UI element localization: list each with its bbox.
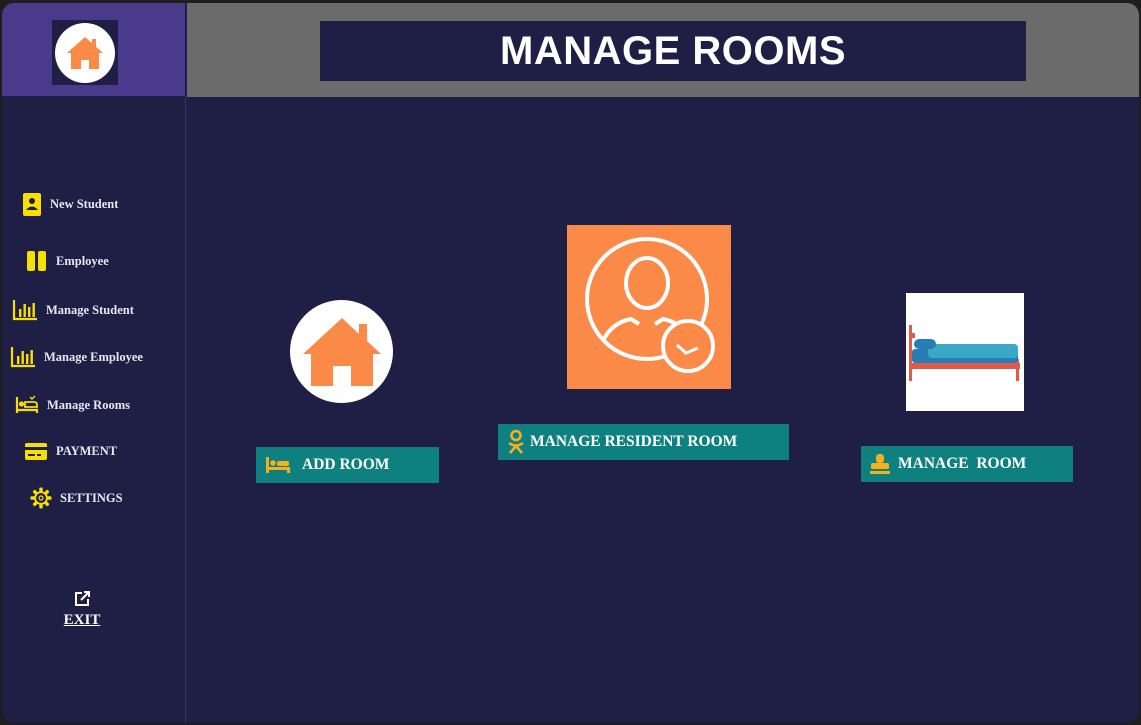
manage-resident-room-image[interactable] (567, 225, 731, 389)
add-room-label: ADD ROOM (302, 456, 390, 473)
sidebar-item-label: SETTINGS (60, 490, 123, 505)
exit-button[interactable]: EXIT (60, 591, 104, 629)
sidebar-item-manage-student[interactable]: Manage Student (12, 299, 134, 321)
sidebar-item-employee[interactable]: Employee (26, 250, 109, 272)
bed-icon (15, 395, 39, 413)
sidebar-item-label: New Student (50, 197, 119, 211)
bar-chart-icon (12, 300, 37, 321)
sidebar-item-payment[interactable]: PAYMENT (24, 442, 117, 461)
sidebar-item-label: Manage Employee (44, 349, 143, 364)
home-icon (302, 317, 381, 386)
id-card-icon (23, 193, 41, 216)
bed-icon (266, 457, 290, 473)
sidebar-item-label: Employee (56, 253, 109, 268)
manage-resident-room-label: MANAGE RESIDENT ROOM (530, 433, 738, 450)
sidebar-item-manage-rooms[interactable]: Manage Rooms (15, 395, 130, 415)
app-window: MANAGE ROOMS New Student Employee Manage… (2, 3, 1139, 723)
add-room-image[interactable] (290, 300, 393, 403)
user-check-icon (585, 237, 715, 373)
app-logo (52, 20, 118, 85)
external-link-icon (75, 591, 90, 606)
odnoklassniki-icon (508, 429, 524, 454)
stamp-icon (870, 454, 890, 474)
gear-icon (30, 487, 52, 509)
sidebar-item-manage-employee[interactable]: Manage Employee (10, 346, 143, 368)
pause-icon (27, 251, 46, 271)
bed-icon (909, 325, 1020, 381)
sidebar-divider (185, 96, 186, 723)
exit-label: EXIT (63, 612, 101, 628)
sidebar-item-settings[interactable]: SETTINGS (30, 487, 123, 509)
manage-resident-room-button[interactable]: MANAGE RESIDENT ROOM (498, 424, 789, 460)
bar-chart-icon (10, 347, 35, 368)
sidebar-item-label: Manage Rooms (47, 397, 130, 412)
home-icon (55, 22, 115, 83)
add-room-button[interactable]: ADD ROOM (256, 447, 439, 483)
title-box: MANAGE ROOMS (320, 21, 1026, 81)
sidebar-item-label: PAYMENT (56, 444, 118, 458)
manage-room-button[interactable]: MANAGE ROOM (861, 446, 1073, 482)
credit-card-icon (25, 443, 47, 460)
page-title: MANAGE ROOMS (500, 28, 846, 73)
sidebar-item-label: Manage Student (46, 302, 134, 317)
header-bar: MANAGE ROOMS (187, 3, 1139, 97)
sidebar-header (2, 3, 185, 96)
manage-room-label: MANAGE ROOM (898, 455, 1027, 472)
manage-room-image[interactable] (906, 293, 1024, 411)
sidebar-item-new-student[interactable]: New Student (22, 192, 118, 217)
